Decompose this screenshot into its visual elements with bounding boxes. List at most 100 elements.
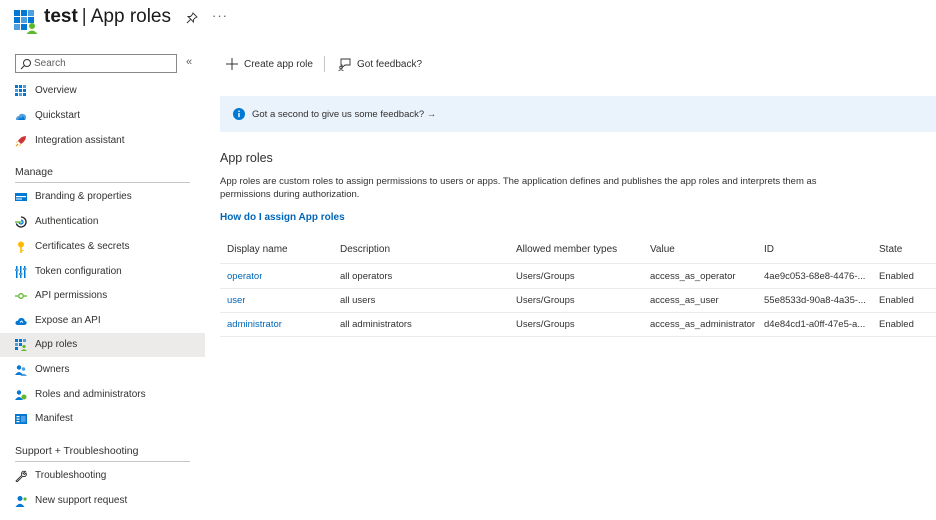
cloud-icon [15, 318, 27, 325]
role-allowed-types: Users/Groups [516, 295, 575, 306]
sidebar-item-troubleshooting[interactable]: Troubleshooting [0, 464, 205, 488]
row-divider [220, 288, 936, 289]
section-divider [15, 182, 190, 183]
column-header-state[interactable]: State [879, 244, 902, 255]
pin-icon[interactable] [186, 12, 198, 24]
sidebar-item-integration-assistant[interactable]: Integration assistant [0, 129, 205, 153]
sidebar-item-label: Integration assistant [35, 135, 125, 146]
search-box[interactable] [15, 54, 177, 73]
section-manage-title: Manage [15, 166, 53, 178]
owners-icon [15, 365, 27, 376]
role-value: access_as_operator [650, 271, 736, 282]
overview-icon [15, 85, 26, 96]
sidebar-item-owners[interactable]: Owners [0, 358, 205, 382]
row-divider [220, 312, 936, 313]
sidebar-item-label: Token configuration [35, 266, 122, 277]
column-header-id[interactable]: ID [764, 244, 774, 255]
section-divider [15, 461, 190, 462]
sidebar-item-token-configuration[interactable]: Token configuration [0, 260, 205, 284]
row-divider [220, 336, 936, 337]
sidebar-item-roles-administrators[interactable]: Roles and administrators [0, 383, 205, 407]
sidebar-item-expose-api[interactable]: Expose an API [0, 309, 205, 333]
wrench-icon [15, 470, 27, 482]
section-description: App roles are custom roles to assign per… [220, 176, 817, 200]
feedback-button[interactable]: Got feedback? [338, 56, 422, 72]
quickstart-icon [16, 113, 26, 120]
section-heading: App roles [220, 151, 273, 165]
feedback-banner-text: Got a second to give us some feedback? → [252, 109, 437, 120]
sidebar-item-api-permissions[interactable]: API permissions [0, 284, 205, 308]
role-id: 4ae9c053-68e8-4476-... [764, 271, 866, 282]
sidebar-item-overview[interactable]: Overview [0, 79, 205, 103]
feedback-banner[interactable]: Got a second to give us some feedback? → [220, 96, 936, 132]
sidebar-item-label: Overview [35, 85, 77, 96]
role-display-name-link[interactable]: operator [227, 271, 262, 282]
sidebar-item-label: Certificates & secrets [35, 241, 130, 252]
create-app-role-button[interactable]: Create app role [226, 56, 313, 72]
column-header-description[interactable]: Description [340, 244, 390, 255]
role-id: d4e84cd1-a0ff-47e5-a... [764, 319, 866, 330]
token-icon [15, 266, 27, 278]
app-name: test [44, 6, 78, 27]
sidebar-item-authentication[interactable]: Authentication [0, 210, 205, 234]
role-display-name-link[interactable]: user [227, 295, 245, 306]
role-state: Enabled [879, 271, 914, 282]
table-header-divider [220, 263, 936, 264]
branding-icon [15, 193, 27, 201]
column-header-display-name[interactable]: Display name [227, 244, 288, 255]
support-icon [15, 496, 27, 507]
app-roles-icon [15, 339, 27, 351]
role-allowed-types: Users/Groups [516, 271, 575, 282]
role-value: access_as_user [650, 295, 719, 306]
sidebar-item-label: Owners [35, 364, 70, 375]
sidebar-item-label: App roles [35, 339, 78, 350]
toolbar-divider [324, 56, 325, 72]
sidebar-item-label: Authentication [35, 216, 99, 227]
key-icon [18, 241, 24, 253]
sidebar-item-app-roles[interactable]: App roles [0, 333, 205, 357]
page-title: test | App roles [44, 6, 171, 28]
roles-admin-icon [15, 390, 27, 400]
section-support-title: Support + Troubleshooting [15, 445, 139, 457]
role-description: all operators [340, 271, 393, 282]
sidebar-item-label: New support request [35, 495, 128, 506]
main-content: Create app role Got feedback? Got a seco… [220, 48, 936, 520]
authentication-icon [15, 216, 27, 228]
sidebar-item-quickstart[interactable]: Quickstart [0, 104, 205, 128]
sidebar-item-label: API permissions [35, 290, 108, 301]
role-id: 55e8533d-90a8-4a35-... [764, 295, 866, 306]
feedback-label: Got feedback? [357, 58, 423, 70]
role-allowed-types: Users/Groups [516, 319, 575, 330]
sidebar-item-label: Troubleshooting [35, 470, 107, 481]
sidebar-item-certificates[interactable]: Certificates & secrets [0, 235, 205, 259]
plus-icon [226, 58, 238, 70]
blade-title: App roles [90, 6, 172, 27]
sidebar-item-label: Branding & properties [35, 191, 132, 202]
search-input[interactable] [34, 56, 174, 71]
create-app-role-label: Create app role [244, 58, 313, 70]
feedback-icon [338, 58, 351, 71]
title-separator: | [81, 6, 87, 27]
role-state: Enabled [879, 295, 914, 306]
rocket-icon [15, 136, 26, 147]
search-icon [20, 59, 31, 70]
sidebar-item-branding[interactable]: Branding & properties [0, 185, 205, 209]
sidebar-item-new-support-request[interactable]: New support request [0, 489, 205, 513]
role-value: access_as_administrator [650, 319, 756, 330]
how-to-assign-link[interactable]: How do I assign App roles [220, 212, 345, 223]
collapse-sidebar-icon[interactable]: « [186, 56, 192, 68]
more-options-icon[interactable]: ··· [212, 8, 228, 23]
sidebar-item-label: Expose an API [35, 315, 101, 326]
blade-header: test | App roles ··· [0, 0, 936, 40]
sidebar: « Overview Quickstart Integration assist… [0, 48, 205, 520]
role-description: all users [340, 295, 376, 306]
sidebar-item-label: Manifest [35, 413, 73, 424]
app-registration-icon [14, 10, 38, 34]
sidebar-item-manifest[interactable]: Manifest [0, 407, 205, 431]
column-header-allowed-member-types[interactable]: Allowed member types [516, 244, 617, 255]
role-state: Enabled [879, 319, 914, 330]
role-display-name-link[interactable]: administrator [227, 319, 282, 330]
sidebar-item-label: Quickstart [35, 110, 81, 121]
info-icon [233, 108, 245, 120]
column-header-value[interactable]: Value [650, 244, 675, 255]
